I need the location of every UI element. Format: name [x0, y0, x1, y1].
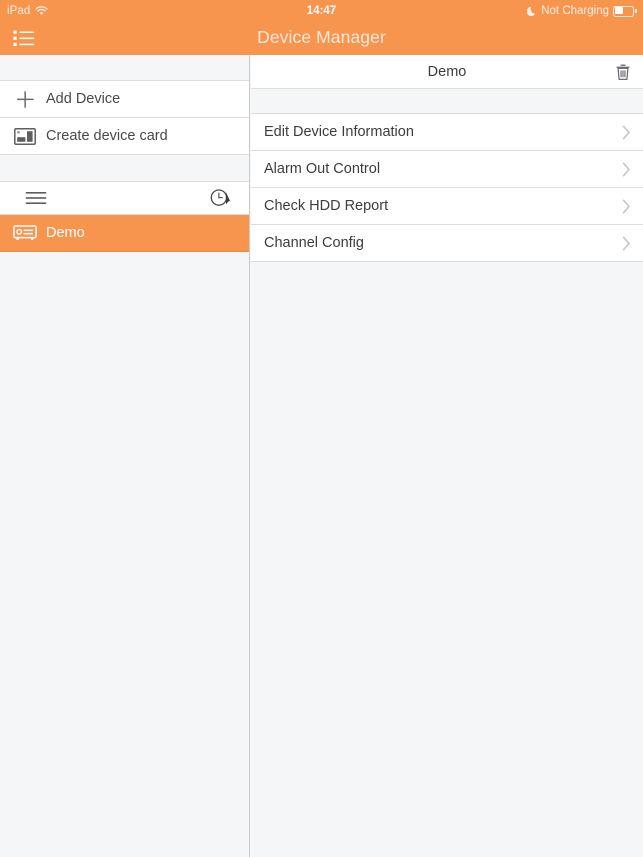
- hamburger-icon[interactable]: [25, 191, 47, 205]
- detail-panel: Demo Edit Device Information Alarm Out C…: [251, 55, 643, 857]
- sidebar-item-label: Add Device: [46, 91, 121, 107]
- sidebar-device-label: Demo: [46, 225, 85, 241]
- detail-row-check-hdd-report[interactable]: Check HDD Report: [251, 188, 643, 225]
- dvr-device-icon: [10, 225, 40, 241]
- status-bar-right: Not Charging: [527, 5, 637, 17]
- moon-icon: [527, 6, 537, 17]
- detail-row-alarm-out-control[interactable]: Alarm Out Control: [251, 151, 643, 188]
- sidebar-item-create-device-card[interactable]: Create device card: [0, 118, 249, 155]
- navigation-bar: Device Manager: [0, 22, 643, 55]
- sidebar-device-demo[interactable]: Demo: [0, 215, 249, 252]
- page-title: Device Manager: [257, 27, 386, 47]
- detail-row-label: Check HDD Report: [264, 198, 389, 214]
- detail-row-label: Alarm Out Control: [264, 161, 381, 177]
- chevron-right-icon: [622, 125, 631, 140]
- detail-row-channel-config[interactable]: Channel Config: [251, 225, 643, 262]
- detail-row-label: Edit Device Information: [264, 124, 414, 140]
- charging-status-label: Not Charging: [541, 5, 609, 17]
- trash-icon[interactable]: [613, 62, 633, 82]
- plus-icon: [10, 90, 40, 109]
- sidebar-item-label: Create device card: [46, 128, 168, 144]
- sidebar-item-add-device[interactable]: Add Device: [0, 81, 249, 118]
- detail-header-title: Demo: [427, 63, 467, 80]
- sidebar-section-spacer: [0, 155, 249, 182]
- detail-row-label: Channel Config: [264, 235, 364, 251]
- sidebar-panel: Add Device Create device card Demo: [0, 55, 250, 857]
- chevron-right-icon: [622, 162, 631, 177]
- chevron-right-icon: [622, 199, 631, 214]
- detail-top-spacer: [251, 89, 643, 114]
- device-manager-screen: iPad 14:47 Not Charging Device Manager A…: [0, 0, 643, 857]
- status-bar: iPad 14:47 Not Charging: [0, 0, 643, 22]
- battery-icon: [613, 5, 637, 17]
- chevron-right-icon: [622, 236, 631, 251]
- clock-arrow-icon[interactable]: [210, 188, 231, 208]
- device-card-icon: [10, 127, 40, 145]
- detail-header: Demo: [251, 55, 643, 89]
- sidebar-group-header: [0, 182, 249, 215]
- sidebar-top-spacer: [0, 55, 249, 81]
- detail-row-edit-device-information[interactable]: Edit Device Information: [251, 114, 643, 151]
